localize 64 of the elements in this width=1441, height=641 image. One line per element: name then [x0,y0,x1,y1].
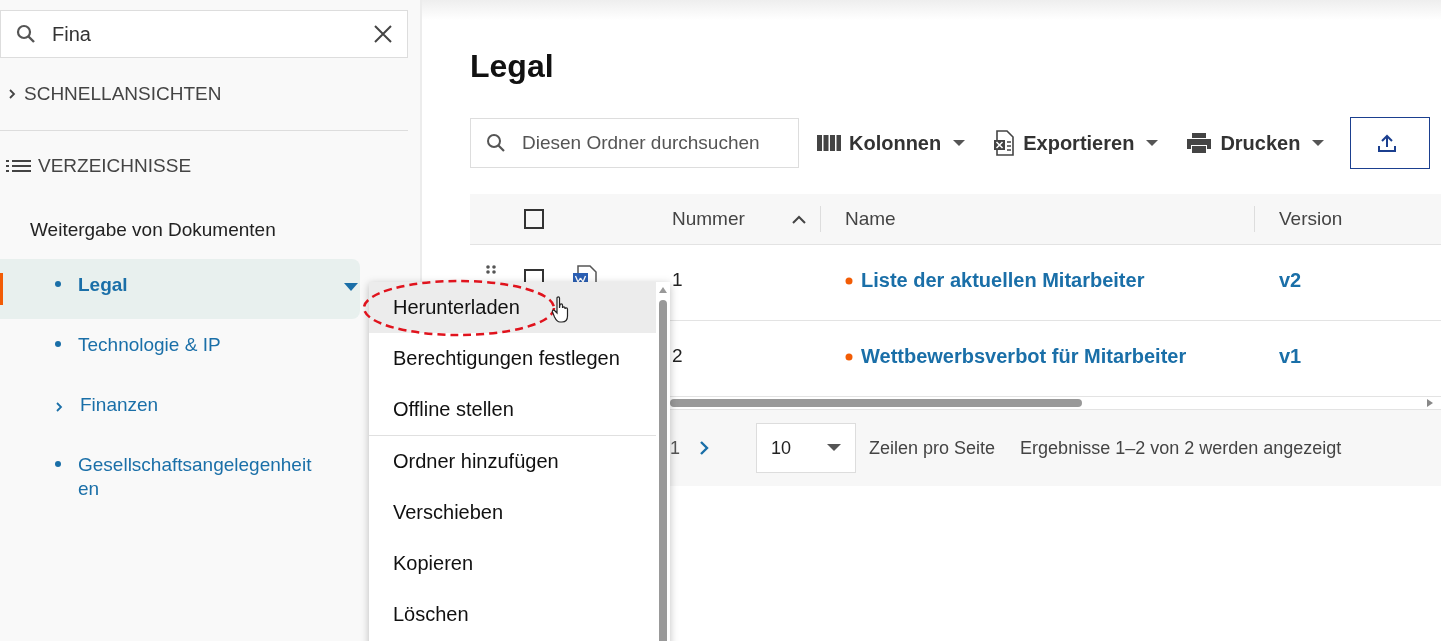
bullet-icon [54,280,62,288]
section-header[interactable]: VERZEICHNISSE [0,131,420,201]
table-cell-text: 1 [671,268,684,291]
upload-button[interactable] [1350,117,1431,169]
menu-item[interactable]: Verschieben [369,487,656,538]
menu-item[interactable]: Berechtigungen festlegen [369,333,656,384]
bullet-icon [54,340,62,348]
column-header[interactable]: Name [845,208,896,230]
columns-button[interactable]: Kolonnen [807,131,976,155]
folder-item[interactable]: Gesellschaftsangelegenheiten [0,439,360,515]
page-number[interactable]: 1 [670,437,680,459]
caret-icon [1312,139,1325,147]
menu-item[interactable]: Herunterladen [369,282,656,333]
menu-item[interactable]: Löschen [369,589,656,640]
version-link[interactable]: v1 [1279,345,1302,367]
page-title: Legal [470,48,555,86]
menu-item[interactable]: Ordner hinzufügen [369,436,656,487]
caret-icon [1146,139,1159,147]
select-all-checkbox[interactable] [524,209,544,229]
upload-icon [1377,133,1398,153]
folder-label: Legal [78,273,129,297]
table-cell-text: 2 [671,344,684,367]
scroll-up-icon[interactable] [659,287,667,293]
sort-ascending-icon [792,214,806,224]
results-text: Ergebnisse 1–2 von 2 werden angezeigt [1020,437,1342,459]
menu-item[interactable]: Offline stellen [369,384,656,436]
document-link[interactable]: Wettbewerbsverbot für Mitarbeiter [861,345,1187,368]
column-header[interactable]: Nummer [662,208,820,230]
chevron-icon [54,400,64,414]
folder-item[interactable]: Legal [0,259,360,319]
folder-label: Finanzen [80,393,160,417]
search-field[interactable]: Diesen Ordner durchsuchen [470,118,799,168]
list-icon [6,158,32,174]
export-button[interactable]: Exportieren [983,130,1169,156]
spreadsheet-file-icon [993,130,1016,156]
document-link[interactable]: Liste der aktuellen Mitarbeiter [861,269,1145,292]
status-dot-icon [845,276,853,285]
folder-label: Gesellschaftsangelegenheiten [78,453,313,501]
version-link[interactable]: v2 [1279,269,1302,291]
scroll-right-icon[interactable] [1427,399,1433,407]
bullet-icon [54,460,62,468]
print-button[interactable]: Drucken [1176,131,1335,155]
columns-icon [817,134,841,152]
rows-per-page-label: Zeilen pro Seite [869,437,996,459]
scrollbar-thumb[interactable] [670,399,1082,407]
clear-icon[interactable] [372,23,394,45]
scrollbar-thumb[interactable] [659,300,667,641]
section-header[interactable]: SCHNELLANSICHTEN [0,58,420,130]
tree-item[interactable]: Weitergabe von Dokumenten [0,201,420,259]
chevron-icon [6,87,18,101]
word-document-icon [572,265,598,282]
rows-per-page-select[interactable]: 10 [756,423,856,473]
caret-icon [953,139,966,147]
next-page-icon[interactable] [698,439,710,457]
printer-icon [1186,132,1213,154]
folder-item[interactable]: Finanzen [0,379,360,439]
search-field[interactable]: Fina [0,10,408,58]
menu-item[interactable]: Kopieren [369,538,656,589]
column-header[interactable]: Version [1279,208,1343,230]
folder-item[interactable]: Technologie & IP [0,319,360,379]
caret-icon[interactable] [344,283,358,292]
folder-label: Technologie & IP [78,333,222,357]
caret-icon [827,444,841,452]
status-dot-icon [845,352,853,361]
